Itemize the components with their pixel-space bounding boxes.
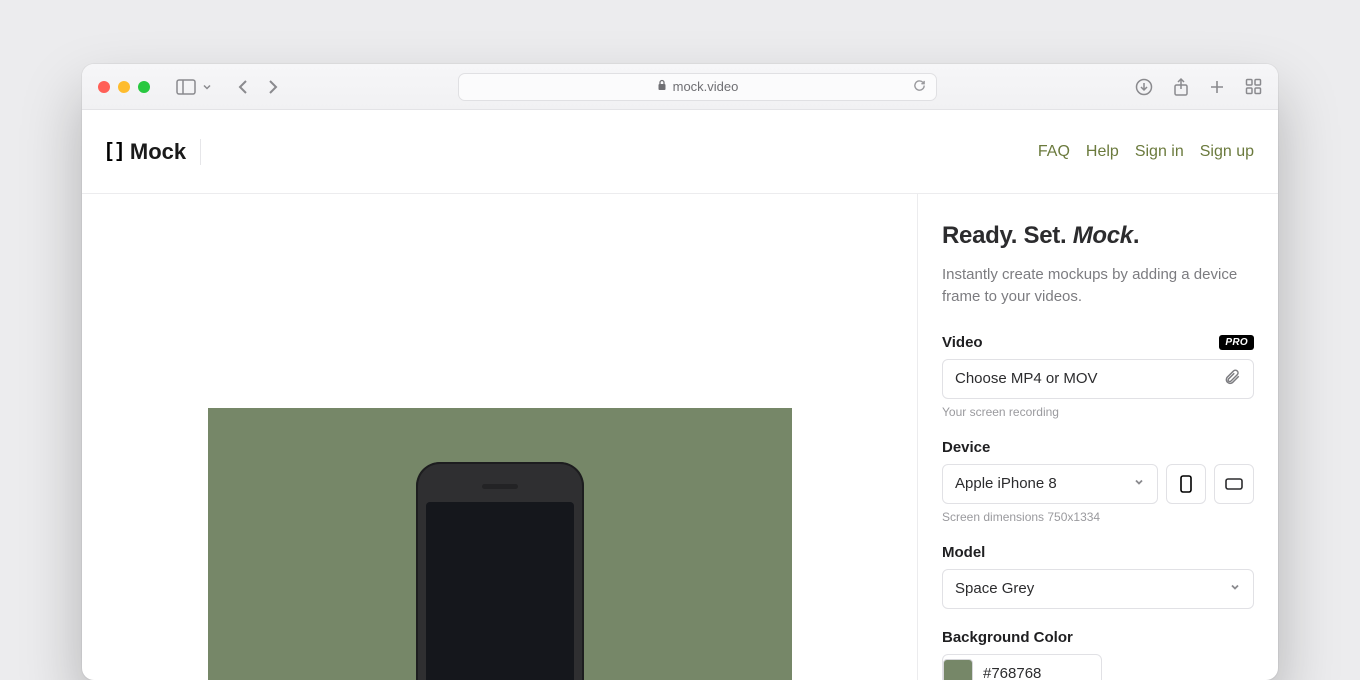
fullscreen-window-button[interactable] xyxy=(138,81,150,93)
field-device: Device Apple iPhone 8 xyxy=(942,439,1254,524)
app-header: [ ] Mock FAQ Help Sign in Sign up xyxy=(82,110,1278,194)
header-nav: FAQ Help Sign in Sign up xyxy=(1038,143,1254,161)
bg-color-label: Background Color xyxy=(942,629,1073,646)
nav-sign-in[interactable]: Sign in xyxy=(1135,143,1184,161)
device-help: Screen dimensions 750x1334 xyxy=(942,510,1254,524)
panel-title-post: . xyxy=(1133,222,1139,249)
orientation-landscape-button[interactable] xyxy=(1214,464,1254,504)
chevron-down-icon xyxy=(1229,580,1241,597)
device-frame xyxy=(416,462,584,680)
video-placeholder: Choose MP4 or MOV xyxy=(955,370,1098,387)
field-video: Video PRO Choose MP4 or MOV Your screen … xyxy=(942,334,1254,419)
model-select[interactable]: Space Grey xyxy=(942,569,1254,609)
address-bar[interactable]: mock.video xyxy=(458,73,937,101)
forward-button[interactable] xyxy=(266,78,280,96)
video-help: Your screen recording xyxy=(942,405,1254,419)
mockup-stage xyxy=(208,408,792,680)
preview-canvas xyxy=(82,194,918,680)
minimize-window-button[interactable] xyxy=(118,81,130,93)
chevron-down-icon xyxy=(1133,475,1145,492)
new-tab-icon[interactable] xyxy=(1209,79,1225,95)
browser-window: mock.video [ ] Mock xyxy=(82,64,1278,680)
device-label: Device xyxy=(942,439,990,456)
browser-chrome: mock.video xyxy=(82,64,1278,110)
pro-badge: PRO xyxy=(1219,335,1254,350)
nav-help[interactable]: Help xyxy=(1086,143,1119,161)
panel-title-em: Mock xyxy=(1073,222,1133,249)
orientation-portrait-button[interactable] xyxy=(1166,464,1206,504)
sidebar-chevron-down-icon[interactable] xyxy=(202,82,212,92)
device-screen xyxy=(426,502,574,680)
paperclip-icon xyxy=(1223,368,1241,390)
bg-color-value: #768768 xyxy=(983,665,1041,680)
lock-icon xyxy=(657,79,667,94)
model-value: Space Grey xyxy=(955,580,1034,597)
sidebar-toggle-icon[interactable] xyxy=(176,79,196,95)
video-label: Video xyxy=(942,334,983,351)
app-content: [ ] Mock FAQ Help Sign in Sign up xyxy=(82,110,1278,680)
traffic-lights xyxy=(98,81,150,93)
nav-faq[interactable]: FAQ xyxy=(1038,143,1070,161)
logo[interactable]: [ ] Mock xyxy=(106,139,201,165)
close-window-button[interactable] xyxy=(98,81,110,93)
video-file-picker[interactable]: Choose MP4 or MOV xyxy=(942,359,1254,399)
nav-sign-up[interactable]: Sign up xyxy=(1200,143,1254,161)
model-label: Model xyxy=(942,544,985,561)
device-value: Apple iPhone 8 xyxy=(955,475,1057,492)
back-button[interactable] xyxy=(236,78,250,96)
color-swatch xyxy=(943,659,973,680)
reload-icon[interactable] xyxy=(913,79,926,95)
url-text: mock.video xyxy=(673,79,739,94)
bg-color-input[interactable]: #768768 xyxy=(942,654,1102,680)
panel-title-pre: Ready. Set. xyxy=(942,222,1073,249)
logo-text: Mock xyxy=(130,139,186,165)
tab-overview-icon[interactable] xyxy=(1245,78,1262,95)
device-select[interactable]: Apple iPhone 8 xyxy=(942,464,1158,504)
settings-panel: Ready. Set. Mock. Instantly create mocku… xyxy=(918,194,1278,680)
panel-subtitle: Instantly create mockups by adding a dev… xyxy=(942,264,1254,308)
field-bg-color: Background Color #768768 A hexidecimal c… xyxy=(942,629,1254,680)
logo-mark-icon: [ ] xyxy=(106,140,122,163)
share-icon[interactable] xyxy=(1173,77,1189,97)
field-model: Model Space Grey xyxy=(942,544,1254,609)
panel-title: Ready. Set. Mock. xyxy=(942,222,1254,250)
downloads-icon[interactable] xyxy=(1135,78,1153,96)
